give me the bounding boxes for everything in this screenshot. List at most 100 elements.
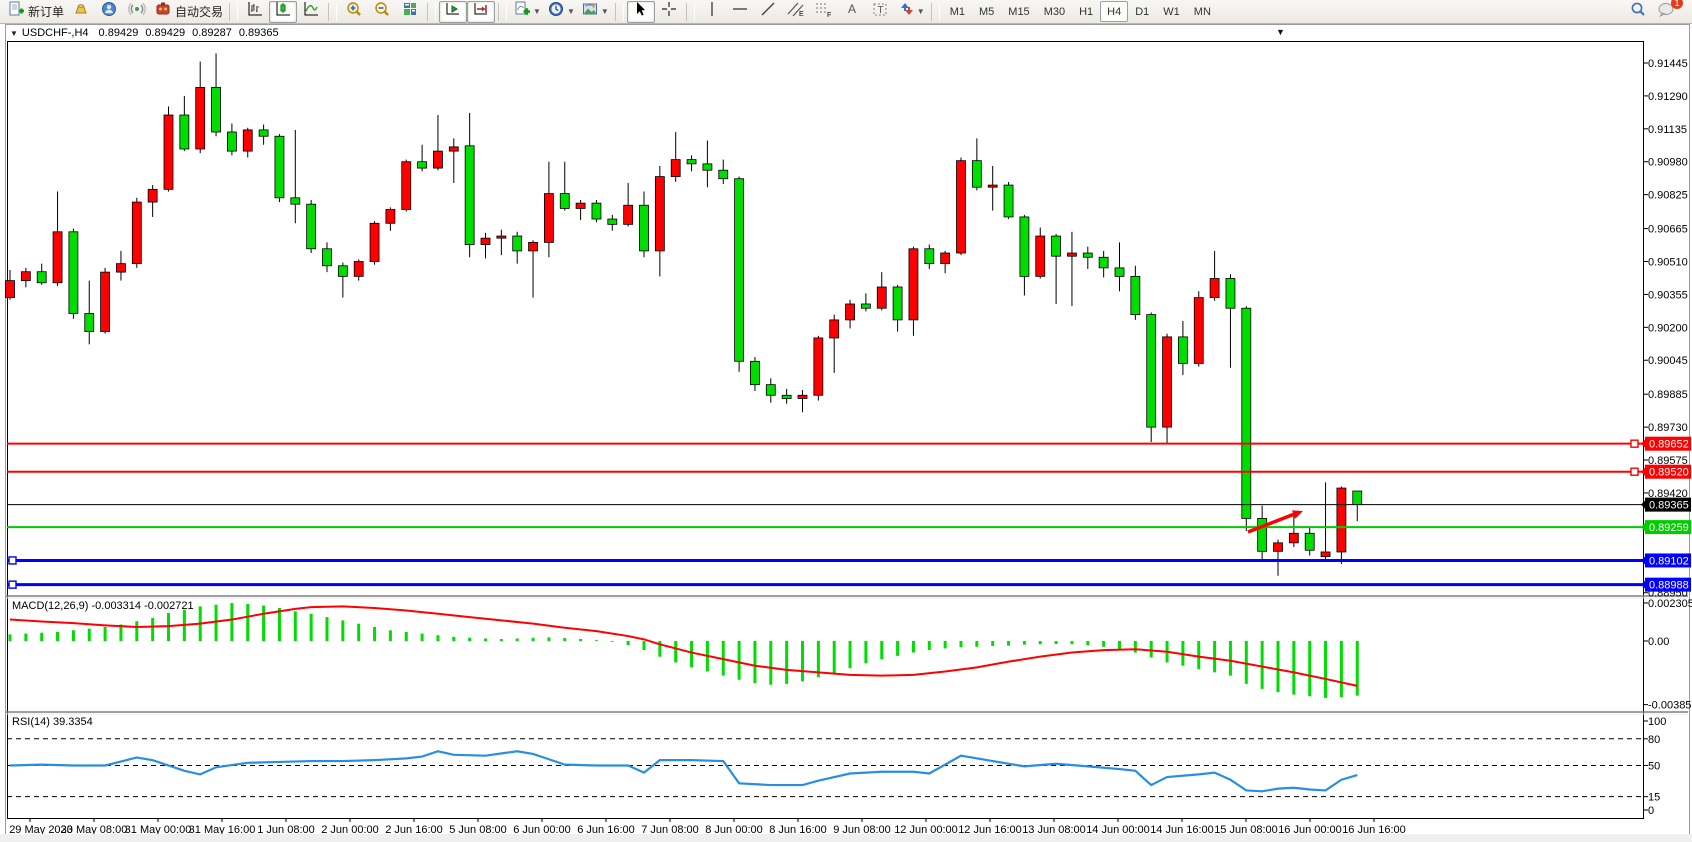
ohlc-open: 0.89429 (99, 27, 139, 39)
new-order-button[interactable]: 新订单 (4, 1, 67, 23)
metaeditor-button[interactable] (67, 1, 95, 23)
line-chart-icon (302, 0, 320, 23)
ohlc-close: 0.89365 (239, 27, 279, 39)
cursor-icon (632, 0, 650, 23)
rsi-label: RSI(14) 39.3354 (12, 716, 93, 728)
svg-text:50: 50 (1648, 761, 1660, 773)
svg-text:0.00: 0.00 (1648, 636, 1669, 648)
text-label-button[interactable]: T (866, 1, 894, 23)
templates-button[interactable]: ▼ (578, 1, 612, 23)
toolbar-separator (498, 3, 507, 21)
fibonacci-button[interactable]: F (810, 1, 838, 23)
svg-text:0: 0 (1648, 805, 1654, 817)
auto-trading-icon (154, 0, 172, 23)
arrows-icon (897, 0, 915, 23)
auto-scroll-button[interactable] (439, 1, 467, 23)
equidistant-channel-button[interactable]: E (782, 1, 810, 23)
text-label-icon: T (871, 0, 889, 23)
svg-text:0.89730: 0.89730 (1648, 422, 1688, 434)
trendline-button[interactable] (754, 1, 782, 23)
ohlc-high: 0.89429 (145, 27, 185, 39)
candlestick-chart-icon (274, 0, 292, 23)
svg-text:15: 15 (1648, 792, 1660, 804)
timeframe-w1-button[interactable]: W1 (1156, 1, 1187, 22)
signals-button[interactable] (123, 1, 151, 23)
timeframe-m30-button[interactable]: M30 (1037, 1, 1072, 22)
svg-text:0.89102: 0.89102 (1649, 555, 1689, 567)
chevron-down-icon[interactable]: ▼ (917, 7, 925, 16)
new-order-icon (7, 0, 25, 23)
chevron-down-icon[interactable]: ▼ (567, 7, 575, 16)
toolbar-separator (328, 3, 337, 21)
horizontal-line-icon (731, 0, 749, 23)
timeframe-mn-button[interactable]: MN (1187, 1, 1218, 22)
svg-text:0.89652: 0.89652 (1649, 439, 1689, 451)
svg-text:0.89259: 0.89259 (1649, 522, 1689, 534)
notifications-button[interactable]: 1 (1652, 1, 1680, 23)
templates-icon (581, 0, 599, 23)
new-order-label: 新订单 (28, 3, 64, 20)
periods-button[interactable]: ▼ (544, 1, 578, 23)
chevron-down-icon[interactable]: ▼ (601, 7, 609, 16)
chevron-down-icon[interactable]: ▼ (533, 7, 541, 16)
vertical-line-icon (705, 0, 719, 23)
search-button[interactable] (1624, 1, 1652, 23)
bar-chart-button[interactable] (241, 1, 269, 23)
timeframe-h1-button[interactable]: H1 (1072, 1, 1100, 22)
svg-text:F: F (827, 12, 831, 18)
cursor-button[interactable] (627, 1, 655, 23)
text-button[interactable]: A (838, 1, 866, 23)
indicators-button[interactable]: ▼ (510, 1, 544, 23)
auto-trading-label: 自动交易 (175, 3, 223, 20)
svg-text:0.90200: 0.90200 (1648, 322, 1688, 334)
toolbar-separator (229, 3, 238, 21)
toolbar-separator (686, 3, 695, 21)
svg-text:0.89520: 0.89520 (1649, 467, 1689, 479)
zoom-out-button[interactable] (368, 1, 396, 23)
svg-text:0.90665: 0.90665 (1648, 224, 1688, 236)
svg-text:0.90980: 0.90980 (1648, 157, 1688, 169)
vertical-line-button[interactable] (698, 1, 726, 23)
chart-shift-icon (472, 0, 490, 23)
timeframe-m1-button[interactable]: M1 (943, 1, 972, 22)
metaeditor-icon (72, 0, 90, 23)
svg-text:0.91135: 0.91135 (1648, 124, 1687, 136)
equidistant-channel-icon: E (786, 0, 806, 23)
svg-text:0.90045: 0.90045 (1648, 355, 1688, 367)
chart-canvas[interactable]: 0.914450.912900.911350.909800.908250.906… (0, 24, 1692, 842)
crosshair-button[interactable] (655, 1, 683, 23)
svg-text:0.91290: 0.91290 (1648, 91, 1688, 103)
chevron-down-icon[interactable]: ▼ (10, 29, 18, 38)
timeframe-m5-button[interactable]: M5 (972, 1, 1001, 22)
timeframe-h4-button[interactable]: H4 (1100, 1, 1128, 22)
svg-text:0.91445: 0.91445 (1648, 58, 1688, 70)
text-icon: A (844, 0, 860, 23)
main-toolbar: 新订单 自动交易 (0, 0, 1692, 24)
auto-trading-button[interactable]: 自动交易 (151, 1, 226, 23)
macd-label: MACD(12,26,9) -0.003314 -0.002721 (12, 600, 194, 612)
tile-windows-icon (401, 0, 419, 23)
chart-shift-button[interactable] (467, 1, 495, 23)
fibonacci-icon: F (814, 0, 834, 23)
svg-text:80: 80 (1648, 734, 1660, 746)
horizontal-line-button[interactable] (726, 1, 754, 23)
chart-title-bar: ▼ USDCHF-,H4 0.89429 0.89429 0.89287 0.8… (8, 26, 294, 40)
community-button[interactable] (95, 1, 123, 23)
bar-chart-icon (246, 0, 264, 23)
symbol-period-label: USDCHF-,H4 (22, 27, 89, 39)
notification-badge: 1 (1671, 0, 1683, 9)
timeframe-m15-button[interactable]: M15 (1001, 1, 1036, 22)
arrows-button[interactable]: ▼ (894, 1, 928, 23)
svg-text:0.89365: 0.89365 (1649, 500, 1689, 512)
toolbar-separator (615, 3, 624, 21)
search-icon (1629, 0, 1647, 23)
trendline-icon (759, 0, 777, 23)
chart-shift-marker[interactable]: ▼ (1276, 27, 1285, 37)
tile-windows-button[interactable] (396, 1, 424, 23)
candlestick-chart-button[interactable] (269, 1, 297, 23)
svg-text:100: 100 (1648, 716, 1666, 728)
zoom-in-button[interactable] (340, 1, 368, 23)
clock-icon (547, 0, 565, 23)
timeframe-d1-button[interactable]: D1 (1128, 1, 1156, 22)
line-chart-button[interactable] (297, 1, 325, 23)
